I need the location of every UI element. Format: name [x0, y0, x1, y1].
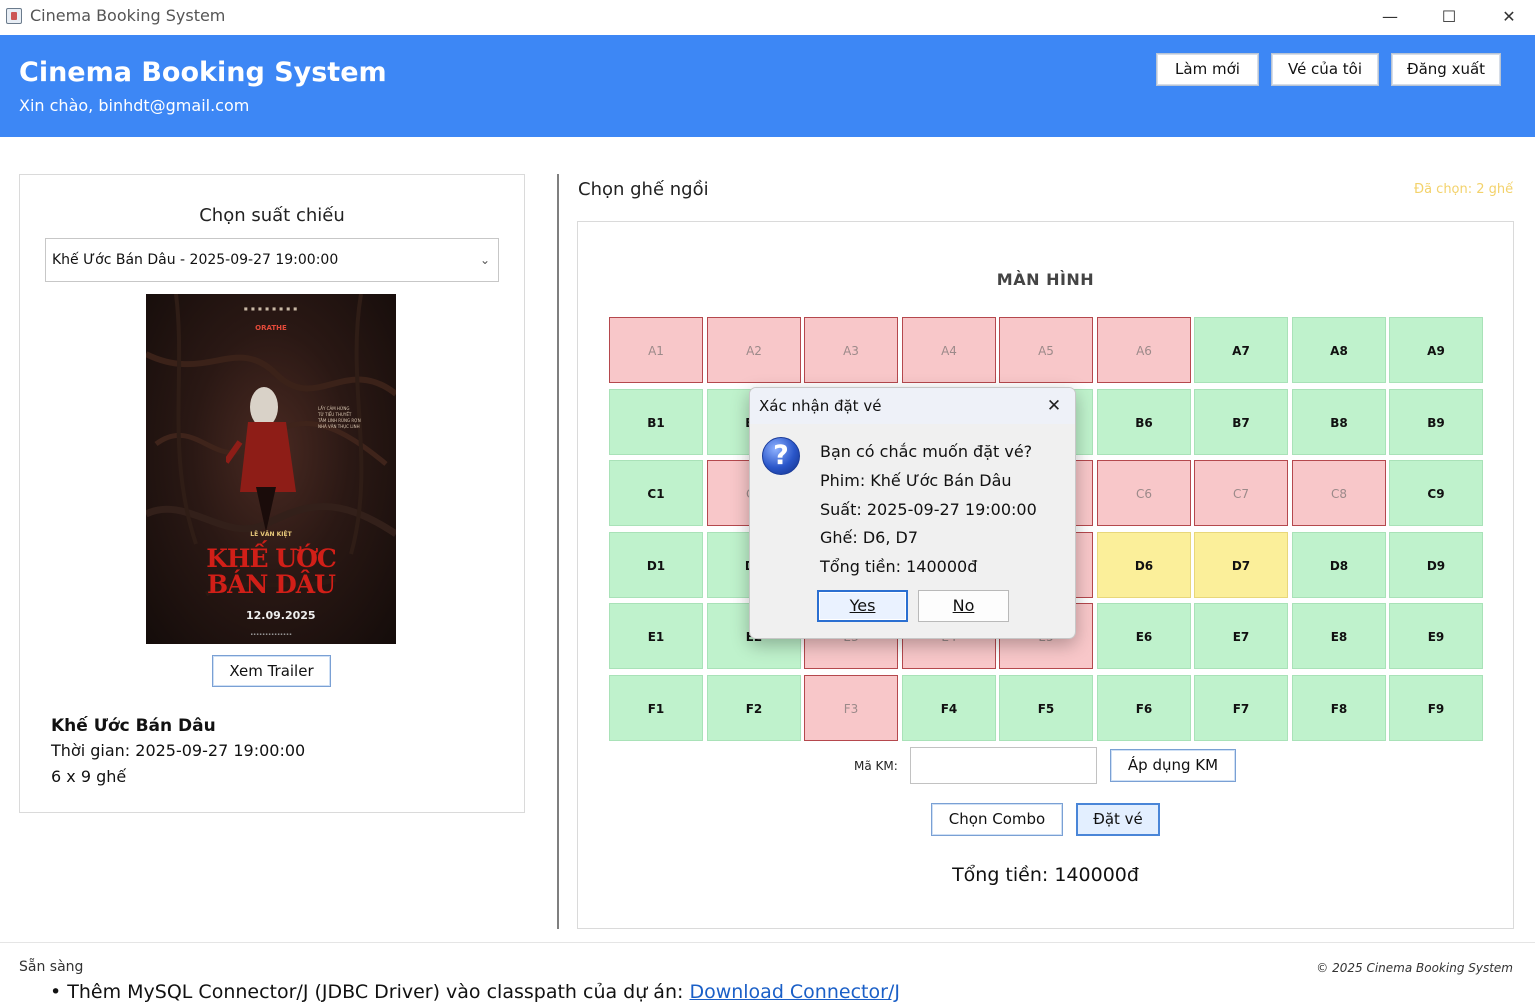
dialog-title: Xác nhận đặt vé — [759, 397, 882, 415]
showtime-select-value: Khế Ước Bán Dâu - 2025-09-27 19:00:00 — [52, 252, 339, 268]
seat-a3[interactable]: A3 — [804, 317, 898, 383]
seat-c9[interactable]: C9 — [1389, 460, 1483, 526]
seat-f1[interactable]: F1 — [609, 675, 703, 741]
poster-side-text: LẤY CẢM HỨNG TỪ TIỂU THUYẾT TÂM LINH RÙNG … — [318, 406, 361, 429]
seat-a8[interactable]: A8 — [1292, 317, 1386, 383]
seat-b8[interactable]: B8 — [1292, 389, 1386, 455]
movie-poster: ■ ■ ■ ■ ■ ■ ■ ■ ORATHE LẤY CẢM HỨNG TỪ TI… — [146, 294, 396, 644]
logout-button[interactable]: Đăng xuất — [1391, 53, 1501, 86]
dialog-titlebar: Xác nhận đặt vé ✕ — [750, 388, 1075, 424]
apply-promo-button[interactable]: Áp dụng KM — [1110, 749, 1236, 782]
user-greeting: Xin chào, binhdt@gmail.com — [19, 96, 250, 115]
bullet: • — [50, 981, 62, 1003]
chevron-down-icon: ⌄ — [479, 253, 490, 267]
dialog-seats: Ghế: D6, D7 — [820, 528, 919, 547]
seat-b1[interactable]: B1 — [609, 389, 703, 455]
confirm-booking-dialog: Xác nhận đặt vé ✕ ? Bạn có chắc muốn đặt… — [749, 387, 1076, 639]
dialog-total: Tổng tiền: 140000đ — [820, 557, 978, 576]
seat-c8[interactable]: C8 — [1292, 460, 1386, 526]
seat-f7[interactable]: F7 — [1194, 675, 1288, 741]
seat-a4[interactable]: A4 — [902, 317, 996, 383]
poster-title-line1: KHẾ ƯỚC — [206, 544, 337, 573]
dialog-no-button[interactable]: No — [918, 590, 1009, 622]
seat-f3[interactable]: F3 — [804, 675, 898, 741]
seat-b7[interactable]: B7 — [1194, 389, 1288, 455]
seat-d1[interactable]: D1 — [609, 532, 703, 598]
screen-label: MÀN HÌNH — [996, 270, 1095, 289]
dialog-close-button[interactable]: ✕ — [1042, 394, 1066, 418]
seat-f8[interactable]: F8 — [1292, 675, 1386, 741]
seat-heading: Chọn ghế ngồi — [578, 179, 709, 200]
poster-credits-top: ■ ■ ■ ■ ■ ■ ■ ■ — [243, 306, 299, 311]
dialog-showtime: Suất: 2025-09-27 19:00:00 — [820, 500, 1037, 519]
dialog-yes-label: Yes — [849, 596, 876, 615]
seat-a2[interactable]: A2 — [707, 317, 801, 383]
seat-d6[interactable]: D6 — [1097, 532, 1191, 598]
seat-d7[interactable]: D7 — [1194, 532, 1288, 598]
poster-release-date: 12.09.2025 — [246, 609, 316, 622]
background-window-text: • Thêm MySQL Connector/J (JDBC Driver) v… — [50, 981, 900, 1003]
book-ticket-button[interactable]: Đặt vé — [1076, 803, 1160, 836]
watch-trailer-button[interactable]: Xem Trailer — [212, 655, 331, 687]
promo-label: Mã KM: — [854, 759, 898, 773]
minimize-button[interactable]: — — [1365, 2, 1415, 32]
showtime-select[interactable]: Khế Ước Bán Dâu - 2025-09-27 19:00:00 ⌄ — [45, 238, 499, 282]
seat-f2[interactable]: F2 — [707, 675, 801, 741]
seat-f4[interactable]: F4 — [902, 675, 996, 741]
app-title: Cinema Booking System — [19, 57, 387, 88]
seat-a5[interactable]: A5 — [999, 317, 1093, 383]
dialog-no-label: No — [952, 596, 975, 615]
background-text: Thêm MySQL Connector/J (JDBC Driver) vào… — [67, 981, 690, 1003]
seat-f5[interactable]: F5 — [999, 675, 1093, 741]
window-titlebar: Cinema Booking System — ☐ ✕ — [0, 0, 1535, 34]
dialog-yes-button[interactable]: Yes — [817, 590, 908, 622]
status-text: Sẵn sàng — [19, 959, 84, 975]
poster-billing-block: ▪ ▪ ▪ ▪ ▪ ▪ ▪ ▪ ▪ ▪ ▪ ▪ ▪ ▪ — [250, 632, 292, 636]
seat-e8[interactable]: E8 — [1292, 603, 1386, 669]
seat-b6[interactable]: B6 — [1097, 389, 1191, 455]
close-window-button[interactable]: ✕ — [1484, 2, 1534, 32]
seat-c7[interactable]: C7 — [1194, 460, 1288, 526]
dialog-movie: Phim: Khế Ước Bán Dâu — [820, 471, 1012, 490]
seat-d9[interactable]: D9 — [1389, 532, 1483, 598]
seat-e6[interactable]: E6 — [1097, 603, 1191, 669]
refresh-button[interactable]: Làm mới — [1156, 53, 1259, 86]
seat-a1[interactable]: A1 — [609, 317, 703, 383]
window-title: Cinema Booking System — [30, 6, 226, 25]
hall-size: 6 x 9 ghế — [51, 767, 127, 786]
seat-e7[interactable]: E7 — [1194, 603, 1288, 669]
question-icon: ? — [762, 437, 800, 475]
poster-director: LÊ VĂN KIỆT — [250, 531, 292, 538]
poster-figure-art — [226, 387, 296, 532]
total-price: Tổng tiền: 140000đ — [952, 864, 1139, 886]
showtime-panel: Chọn suất chiếu Khế Ước Bán Dâu - 2025-0… — [19, 174, 525, 813]
seat-f6[interactable]: F6 — [1097, 675, 1191, 741]
seat-b9[interactable]: B9 — [1389, 389, 1483, 455]
seat-a7[interactable]: A7 — [1194, 317, 1288, 383]
seat-d8[interactable]: D8 — [1292, 532, 1386, 598]
seat-c6[interactable]: C6 — [1097, 460, 1191, 526]
copyright-text: © 2025 Cinema Booking System — [1316, 961, 1513, 975]
maximize-button[interactable]: ☐ — [1424, 2, 1474, 32]
poster-brand: ORATHE — [255, 324, 287, 332]
promo-code-input[interactable] — [910, 747, 1097, 784]
java-app-icon — [6, 8, 22, 24]
movie-name: Khế Ước Bán Dâu — [51, 716, 216, 736]
download-connector-link[interactable]: Download Connector/J — [689, 981, 899, 1003]
seat-a6[interactable]: A6 — [1097, 317, 1191, 383]
poster-title-line2: BÁN DÂU — [207, 570, 336, 599]
seat-e1[interactable]: E1 — [609, 603, 703, 669]
dialog-question: Bạn có chắc muốn đặt vé? — [820, 442, 1033, 461]
app-header: Cinema Booking System Xin chào, binhdt@g… — [0, 35, 1535, 137]
choose-combo-button[interactable]: Chọn Combo — [931, 803, 1063, 836]
movie-time: Thời gian: 2025-09-27 19:00:00 — [51, 741, 306, 760]
seat-a9[interactable]: A9 — [1389, 317, 1483, 383]
selected-seat-count: Đã chọn: 2 ghế — [1414, 182, 1514, 197]
my-tickets-button[interactable]: Vé của tôi — [1271, 53, 1379, 86]
seat-e9[interactable]: E9 — [1389, 603, 1483, 669]
seat-c1[interactable]: C1 — [609, 460, 703, 526]
showtime-panel-title: Chọn suất chiếu — [199, 205, 345, 226]
seat-f9[interactable]: F9 — [1389, 675, 1483, 741]
panel-divider[interactable] — [557, 174, 559, 929]
